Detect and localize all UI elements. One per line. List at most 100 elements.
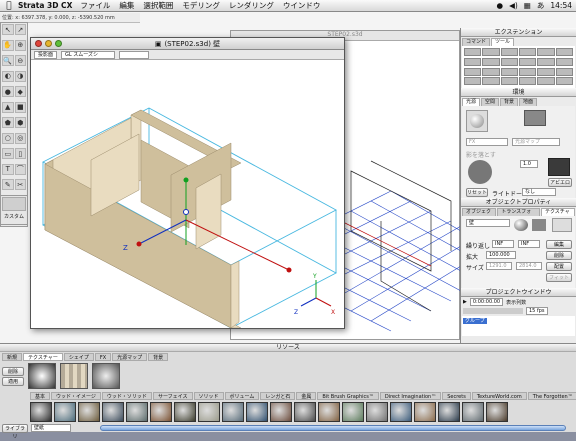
shadow-checkbox[interactable]: 影を落とす bbox=[466, 150, 496, 159]
render-mode-select[interactable]: GL スムーズシ bbox=[61, 50, 116, 59]
clock[interactable]: 14:54 bbox=[550, 1, 572, 10]
library-swatch-19[interactable] bbox=[486, 402, 508, 422]
tool-11-icon[interactable]: ■ bbox=[14, 101, 26, 113]
extension-tool-4-icon[interactable] bbox=[537, 48, 555, 56]
lightdome-select[interactable]: なし bbox=[522, 188, 556, 196]
project-outline[interactable]: グループ bbox=[462, 316, 575, 336]
fit-button[interactable]: フィット bbox=[546, 273, 572, 282]
extension-tool-11-icon[interactable] bbox=[555, 57, 573, 66]
light-type-select[interactable]: FX bbox=[466, 138, 508, 146]
swatch-sphere[interactable] bbox=[92, 363, 120, 389]
library-swatch-15[interactable] bbox=[390, 402, 412, 422]
library-tab-3[interactable]: サーフェイス bbox=[152, 392, 193, 400]
tool-8-icon[interactable]: ● bbox=[2, 86, 14, 98]
extension-tool-6-icon[interactable] bbox=[464, 57, 482, 66]
timecode-field[interactable]: 0:00:00.00 bbox=[469, 298, 504, 306]
library-swatch-17[interactable] bbox=[438, 402, 460, 422]
resource-title[interactable]: リソース bbox=[0, 344, 576, 352]
tab-backgrounds[interactable]: 背景 bbox=[148, 353, 169, 361]
library-tab-9[interactable]: Direct Imagination™ bbox=[379, 392, 442, 400]
tool-3-icon[interactable]: ⊕ bbox=[14, 39, 26, 51]
apple-menu-icon[interactable]:  bbox=[0, 1, 18, 11]
library-tab-11[interactable]: TextureWorld.com bbox=[471, 392, 527, 400]
menu-rendering[interactable]: レンダリング bbox=[229, 0, 274, 11]
library-tab-4[interactable]: ソリッド bbox=[193, 392, 224, 400]
extension-tool-5-icon[interactable] bbox=[555, 48, 573, 56]
tool-0-icon[interactable]: ↖ bbox=[2, 24, 14, 35]
place-button[interactable]: 配置 bbox=[546, 262, 572, 271]
minimize-icon[interactable] bbox=[45, 40, 52, 47]
extension-palette-title[interactable]: エクステンション bbox=[461, 28, 576, 37]
menu-modeling[interactable]: モデリング bbox=[182, 0, 220, 11]
tool-14-icon[interactable]: ○ bbox=[2, 132, 14, 144]
delete-resource-button[interactable]: 削除 bbox=[2, 366, 24, 376]
swatch-wall[interactable] bbox=[60, 363, 88, 389]
extension-tool-14-icon[interactable] bbox=[500, 67, 518, 76]
library-select[interactable]: 壁紙 bbox=[31, 424, 71, 432]
tab-new[interactable]: 新規 bbox=[2, 353, 23, 361]
project-window-title[interactable]: プロジェクトウインドウ bbox=[461, 288, 576, 297]
intensity-field[interactable]: 1.0 bbox=[520, 160, 538, 168]
extension-tool-13-icon[interactable] bbox=[482, 67, 500, 76]
extension-tool-9-icon[interactable] bbox=[519, 57, 537, 66]
apply-button[interactable]: アピエロ bbox=[548, 178, 572, 187]
library-swatch-8[interactable] bbox=[222, 402, 244, 422]
zoom-icon[interactable] bbox=[55, 40, 62, 47]
tool-6-icon[interactable]: ◐ bbox=[2, 70, 14, 82]
library-tab-0[interactable]: 基本 bbox=[30, 392, 51, 400]
tool-19-icon[interactable]: ⌒ bbox=[14, 163, 26, 175]
size-w-field[interactable]: 1291.0 bbox=[486, 262, 512, 270]
tool-4-icon[interactable]: 🔍 bbox=[2, 55, 14, 67]
tab-object[interactable]: オブジェクト bbox=[462, 208, 497, 222]
app-menu[interactable]: Strata 3D CX bbox=[18, 1, 72, 10]
extension-tool-8-icon[interactable] bbox=[500, 57, 518, 66]
fps-field[interactable]: 15 fps bbox=[526, 307, 548, 315]
tab-light[interactable]: 光源 bbox=[462, 98, 481, 106]
tool-13-icon[interactable]: ⬢ bbox=[14, 117, 26, 129]
library-scrollbar[interactable] bbox=[100, 425, 566, 431]
tab-tools[interactable]: ツール bbox=[491, 38, 515, 46]
library-tab-5[interactable]: ボリューム bbox=[224, 392, 260, 400]
extension-tool-18-icon[interactable] bbox=[464, 77, 482, 86]
extension-tool-1-icon[interactable] bbox=[482, 48, 500, 56]
tool-2-icon[interactable]: ✋ bbox=[2, 39, 14, 51]
library-swatch-11[interactable] bbox=[294, 402, 316, 422]
library-swatch-16[interactable] bbox=[414, 402, 436, 422]
extension-tool-20-icon[interactable] bbox=[500, 77, 518, 86]
extension-tool-16-icon[interactable] bbox=[537, 67, 555, 76]
menu-selection[interactable]: 選択範囲 bbox=[143, 0, 173, 11]
reset-button[interactable]: リセット bbox=[466, 188, 488, 197]
group-row[interactable]: グループ bbox=[463, 318, 487, 324]
library-tab-8[interactable]: Bit Brush Graphics™ bbox=[317, 392, 379, 400]
view-select[interactable]: 投影面 bbox=[34, 50, 58, 59]
library-tab-1[interactable]: ウッド・イメージ bbox=[51, 392, 101, 400]
library-swatch-2[interactable] bbox=[78, 402, 100, 422]
tool-20-icon[interactable]: ✎ bbox=[2, 179, 14, 191]
tool-18-icon[interactable]: T bbox=[2, 163, 14, 175]
light-preview[interactable] bbox=[466, 110, 488, 132]
library-swatch-1[interactable] bbox=[54, 402, 76, 422]
custom-panel[interactable]: カスタム bbox=[0, 195, 28, 225]
menu-edit[interactable]: 編集 bbox=[119, 0, 134, 11]
repeat-u-field[interactable]: INF bbox=[492, 240, 514, 248]
texture-map-icon[interactable] bbox=[532, 219, 546, 231]
library-swatch-5[interactable] bbox=[150, 402, 172, 422]
library-swatch-0[interactable] bbox=[30, 402, 52, 422]
ambient-dial[interactable] bbox=[468, 160, 492, 184]
extension-tool-3-icon[interactable] bbox=[519, 48, 537, 56]
volume-icon[interactable]: ◀) bbox=[509, 1, 518, 10]
menu-window[interactable]: ウインドウ bbox=[283, 0, 321, 11]
library-swatch-12[interactable] bbox=[318, 402, 340, 422]
model-window[interactable]: ▣ (STEP02.s3d) 壁 投影面 GL スムーズシ Z Y X Z bbox=[30, 37, 345, 329]
blank-select[interactable] bbox=[119, 50, 150, 59]
library-swatch-3[interactable] bbox=[102, 402, 124, 422]
light-color-swatch[interactable] bbox=[524, 110, 546, 126]
library-swatch-7[interactable] bbox=[198, 402, 220, 422]
tab-shapes[interactable]: シェイプ bbox=[63, 353, 94, 361]
extension-tool-10-icon[interactable] bbox=[537, 57, 555, 66]
object-properties-title[interactable]: オブジェクトプロパティ bbox=[461, 198, 576, 207]
library-swatch-10[interactable] bbox=[270, 402, 292, 422]
tab-texture[interactable]: テクスチャー bbox=[540, 208, 575, 222]
extension-tool-23-icon[interactable] bbox=[555, 77, 573, 86]
repeat-v-field[interactable]: INF bbox=[518, 240, 540, 248]
